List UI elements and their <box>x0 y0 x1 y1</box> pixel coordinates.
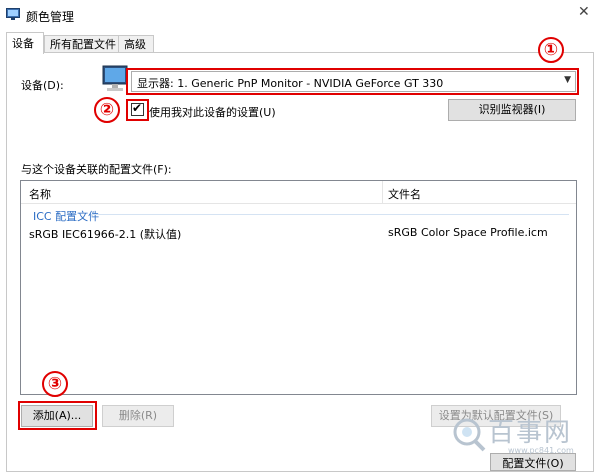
tab-advanced[interactable]: 高级 <box>118 35 154 53</box>
device-label: 设备(D): <box>21 79 64 92</box>
title-bar: 颜色管理 ✕ <box>0 0 600 30</box>
group-divider <box>91 214 569 215</box>
profiles-section-label: 与这个设备关联的配置文件(F): <box>21 163 172 176</box>
watermark: 百事网 www.pc841.com <box>448 410 598 460</box>
remove-button[interactable]: 删除(R) <box>102 405 174 427</box>
identify-monitors-button[interactable]: 识别监视器(I) <box>448 99 576 121</box>
table-row[interactable]: sRGB IEC61966-2.1 (默认值) sRGB Color Space… <box>21 223 576 241</box>
tab-devices[interactable]: 设备 <box>6 32 44 54</box>
watermark-url: www.pc841.com <box>508 446 574 455</box>
profiles-list[interactable]: 名称 文件名 ICC 配置文件 sRGB IEC61966-2.1 (默认值) … <box>20 180 577 395</box>
watermark-logo-icon <box>453 418 486 452</box>
close-button[interactable]: ✕ <box>566 0 600 30</box>
watermark-text: 百事网 <box>488 418 573 448</box>
annotation-marker-3: ③ <box>42 371 68 397</box>
annotation-box-device <box>126 68 579 95</box>
window-title: 颜色管理 <box>26 10 75 24</box>
list-header: 名称 文件名 <box>21 181 576 204</box>
profile-filename: sRGB Color Space Profile.icm <box>388 226 548 239</box>
annotation-marker-1: ① <box>538 37 564 63</box>
column-divider[interactable] <box>382 181 383 203</box>
annotation-box-checkbox <box>126 99 149 121</box>
use-settings-label[interactable]: 使用我对此设备的设置(U) <box>149 104 276 120</box>
column-header-filename[interactable]: 文件名 <box>388 186 421 202</box>
profile-name: sRGB IEC61966-2.1 (默认值) <box>29 228 182 241</box>
annotation-marker-2: ② <box>94 97 120 123</box>
group-header-icc: ICC 配置文件 <box>33 210 100 223</box>
color-management-icon <box>6 8 20 20</box>
tab-all-profiles[interactable]: 所有配置文件 <box>44 35 119 53</box>
annotation-box-add <box>18 401 97 430</box>
close-icon: ✕ <box>578 4 590 20</box>
column-header-name[interactable]: 名称 <box>29 186 51 202</box>
